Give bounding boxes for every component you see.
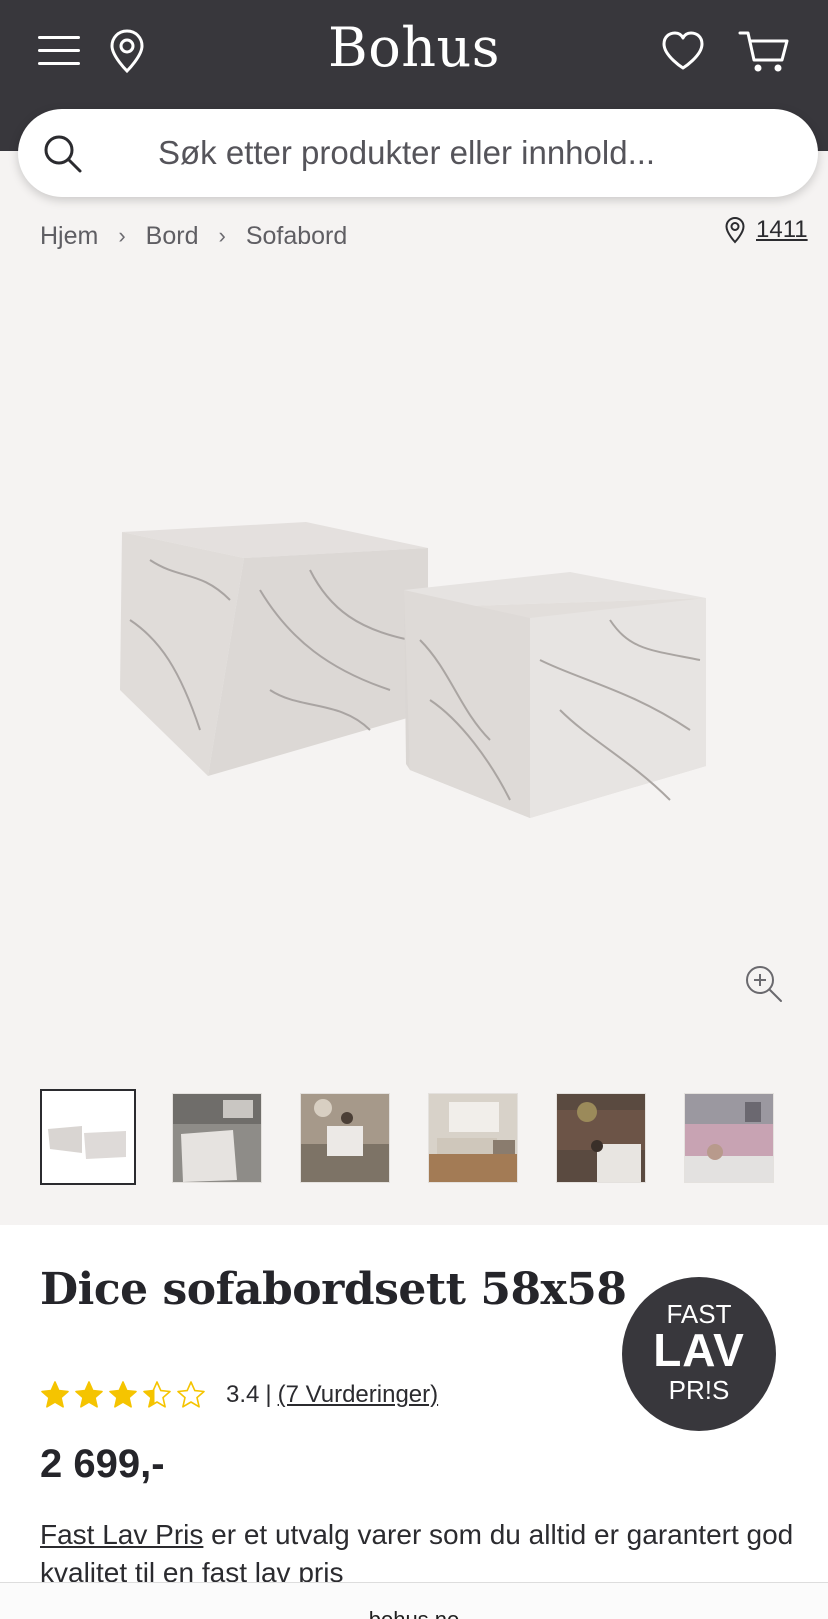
breadcrumb-home[interactable]: Hjem	[40, 222, 98, 251]
star-rating	[40, 1380, 210, 1410]
search-input[interactable]	[158, 129, 778, 177]
store-label[interactable]: 1411	[756, 216, 808, 244]
thumbnail[interactable]	[300, 1093, 390, 1183]
product-title: Dice sofabordsett 58x58	[40, 1264, 627, 1315]
search-icon[interactable]	[42, 133, 84, 175]
rating-divider: |	[265, 1381, 272, 1408]
search-bar[interactable]	[18, 109, 818, 197]
badge-line-3: PR!S	[668, 1375, 730, 1405]
star-half-icon	[143, 1381, 171, 1408]
star-full-icon	[41, 1381, 69, 1408]
location-pin-icon[interactable]	[108, 28, 146, 74]
menu-icon[interactable]	[38, 32, 80, 70]
thumbnail[interactable]	[428, 1093, 518, 1183]
store-selector[interactable]: 1411	[724, 216, 808, 244]
star-full-icon	[75, 1381, 103, 1408]
product-price: 2 699,-	[40, 1442, 165, 1486]
breadcrumb-sofabord[interactable]: Sofabord	[246, 222, 347, 251]
fast-lav-pris-link[interactable]: Fast Lav Pris	[40, 1519, 203, 1550]
fast-lav-pris-badge: FAST LAV PR!S	[622, 1277, 776, 1431]
star-full-icon	[109, 1381, 137, 1408]
url-domain: bohus.no	[369, 1607, 460, 1619]
breadcrumb: Hjem › Bord › Sofabord	[40, 218, 347, 254]
reviews-link[interactable]: (7 Vurderinger)	[278, 1381, 439, 1409]
thumbnail[interactable]	[40, 1089, 136, 1185]
thumbnail-strip	[40, 1089, 800, 1185]
thumbnail[interactable]	[684, 1093, 774, 1183]
bohus-logo[interactable]: Bohus	[264, 16, 564, 79]
product-image[interactable]	[110, 500, 720, 840]
product-rating: 3.4 | (7 Vurderinger)	[40, 1378, 438, 1412]
zoom-in-icon[interactable]	[744, 964, 784, 1004]
thumbnail[interactable]	[172, 1093, 262, 1183]
chevron-right-icon: ›	[118, 223, 126, 248]
cart-icon[interactable]	[738, 28, 790, 74]
badge-line-2: LAV	[653, 1324, 745, 1376]
product-description: Fast Lav Pris er et utvalg varer som du …	[40, 1516, 800, 1592]
browser-url-bar: bohus.no	[0, 1582, 828, 1619]
heart-icon[interactable]	[660, 30, 706, 72]
breadcrumb-bord[interactable]: Bord	[146, 222, 199, 251]
location-pin-icon	[725, 216, 745, 244]
rating-score: 3.4	[226, 1381, 260, 1408]
thumbnail[interactable]	[556, 1093, 646, 1183]
star-empty-icon	[177, 1381, 205, 1408]
chevron-right-icon: ›	[218, 223, 226, 248]
